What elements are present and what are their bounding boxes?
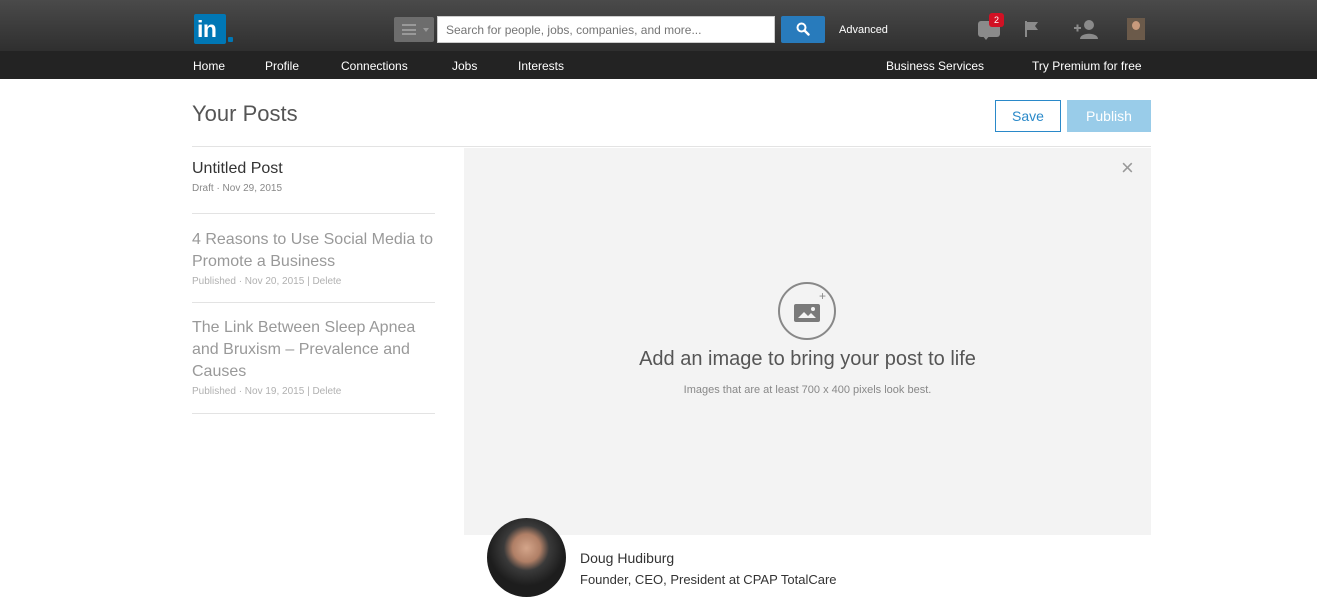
page-title: Your Posts <box>192 101 298 126</box>
profile-photo[interactable] <box>1127 18 1145 40</box>
linkedin-logo[interactable]: in <box>194 14 226 44</box>
save-button[interactable]: Save <box>995 100 1061 132</box>
post-list-item[interactable]: 4 Reasons to Use Social Media to Promote… <box>192 229 436 287</box>
add-connection-icon[interactable] <box>1073 18 1099 40</box>
add-image-icon[interactable]: + <box>778 282 836 340</box>
flag-icon[interactable] <box>1023 19 1041 39</box>
add-image-heading: Add an image to bring your post to life <box>639 348 976 370</box>
post-title: The Link Between Sleep Apnea and Bruxism… <box>192 319 416 380</box>
advanced-search-link[interactable]: Advanced <box>839 24 888 36</box>
nav-item-business-services[interactable]: Business Services <box>886 59 984 73</box>
add-image-hint: Images that are at least 700 x 400 pixel… <box>683 384 932 396</box>
search-icon <box>796 22 810 36</box>
nav-item-home[interactable]: Home <box>193 59 225 73</box>
cover-image-dropzone[interactable] <box>464 148 1151 535</box>
author-name[interactable]: Doug Hudiburg <box>580 550 674 566</box>
logo-dot <box>228 37 233 42</box>
close-icon[interactable]: × <box>1121 157 1134 179</box>
author-avatar[interactable] <box>487 518 566 597</box>
main-nav: Home Profile Connections Jobs Interests … <box>0 51 1317 79</box>
post-meta: Published · Nov 20, 2015 | Delete <box>192 276 342 287</box>
search-input[interactable] <box>437 16 775 43</box>
nav-item-profile[interactable]: Profile <box>265 59 299 73</box>
post-meta: Published · Nov 19, 2015 | Delete <box>192 386 342 397</box>
search-button[interactable] <box>781 16 825 43</box>
post-title: 4 Reasons to Use Social Media to Promote… <box>192 231 434 270</box>
menu-icon <box>402 24 416 35</box>
publish-button[interactable]: Publish <box>1067 100 1151 132</box>
post-divider <box>192 302 435 303</box>
author-headline: Founder, CEO, President at CPAP TotalCar… <box>580 572 837 587</box>
picture-icon <box>794 304 820 322</box>
header-divider <box>192 146 1151 147</box>
post-title: Untitled Post <box>192 160 283 177</box>
post-meta: Draft · Nov 29, 2015 <box>192 183 283 194</box>
nav-item-try-premium[interactable]: Try Premium for free <box>1032 59 1142 73</box>
post-divider <box>192 213 435 214</box>
top-bar: in Advanced 2 <box>0 0 1317 51</box>
post-divider <box>192 413 435 414</box>
chevron-down-icon <box>423 28 429 32</box>
post-list-item-draft[interactable]: Untitled Post Draft · Nov 29, 2015 <box>192 158 436 194</box>
plus-icon: + <box>819 289 827 303</box>
messages-badge: 2 <box>989 13 1004 27</box>
nav-item-jobs[interactable]: Jobs <box>452 59 477 73</box>
post-list-item[interactable]: The Link Between Sleep Apnea and Bruxism… <box>192 317 436 397</box>
nav-item-interests[interactable]: Interests <box>518 59 564 73</box>
search-category-menu[interactable] <box>394 17 434 42</box>
nav-item-connections[interactable]: Connections <box>341 59 408 73</box>
